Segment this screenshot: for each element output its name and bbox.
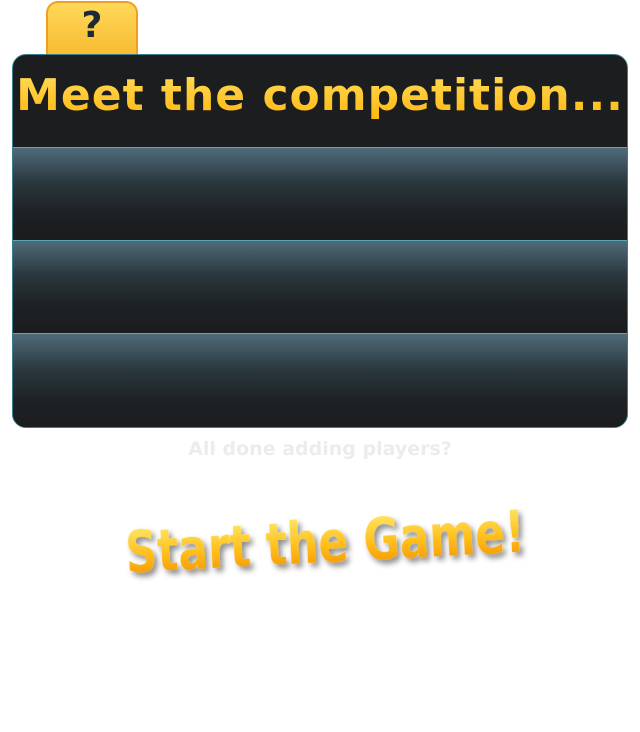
board-title: Meet the competition...: [13, 63, 627, 129]
start-game-label: Start the Game!: [124, 498, 527, 587]
player-slot-3[interactable]: [13, 333, 627, 427]
player-slot-1[interactable]: [13, 147, 627, 239]
player-slot-2[interactable]: [13, 240, 627, 332]
start-game-button[interactable]: Start the Game!: [110, 478, 540, 598]
competition-board: Meet the competition...: [12, 54, 628, 428]
done-adding-prompt: All done adding players?: [188, 438, 452, 460]
help-tab-button[interactable]: ?: [46, 1, 138, 61]
question-mark-icon: ?: [81, 5, 103, 46]
